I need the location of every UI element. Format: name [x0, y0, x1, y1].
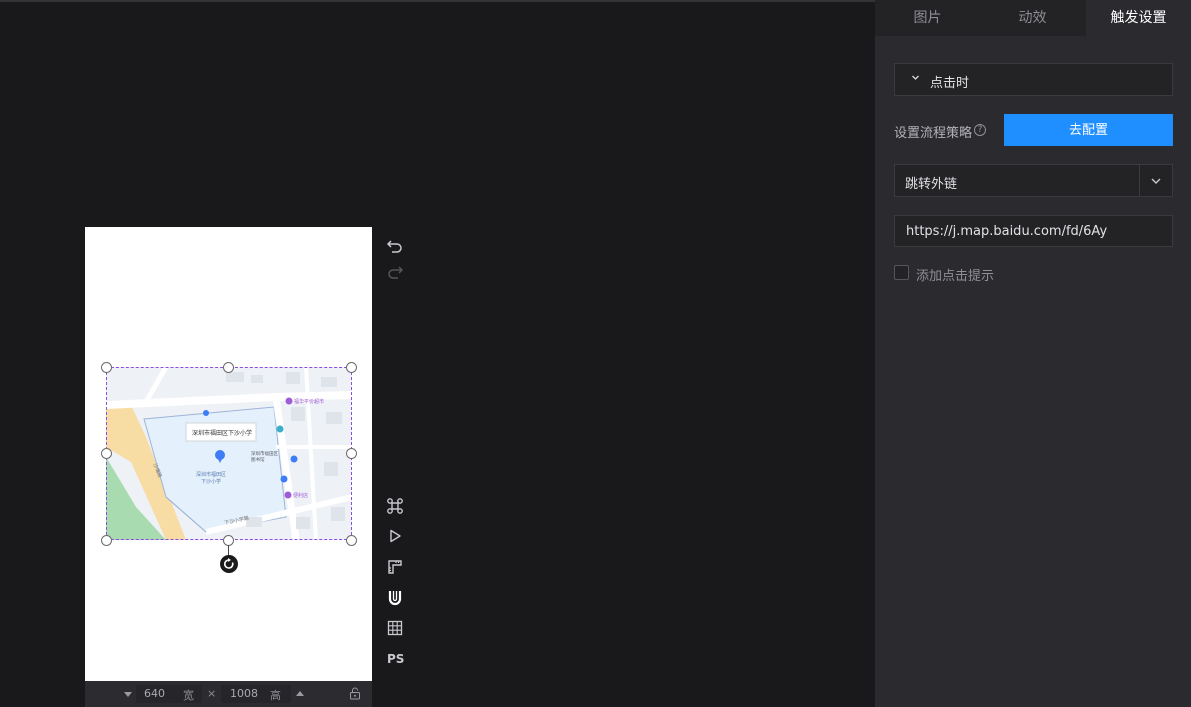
tab-trigger-settings[interactable]: 触发设置: [1086, 0, 1191, 36]
trigger-event-label: 点击时: [930, 76, 970, 91]
times-symbol: ×: [207, 687, 217, 700]
rotate-handle[interactable]: [220, 555, 238, 573]
strategy-label: 设置流程策略: [894, 126, 973, 141]
ruler-icon[interactable]: [386, 558, 404, 576]
grid-icon[interactable]: [386, 619, 404, 637]
ps-button[interactable]: PS: [387, 652, 404, 666]
command-icon[interactable]: [386, 497, 404, 515]
map-place-label: 深圳市福田区下沙小学: [192, 430, 253, 437]
canvas-size-bar: 640 宽 × 1008 高: [85, 681, 372, 707]
resize-handle-e[interactable]: [346, 448, 357, 459]
map-poi-label-3: 深圳市福田区 图书馆: [251, 452, 278, 463]
map-poi-label-2: 便利店: [293, 493, 309, 499]
resize-handle-w[interactable]: [101, 448, 112, 459]
chevron-down-icon: [912, 75, 919, 80]
rotate-connector: [228, 545, 229, 555]
map-poi-label-1: 福华平价超市: [294, 399, 325, 405]
action-select[interactable]: 跳转外链: [894, 164, 1173, 197]
height-increase-icon[interactable]: [296, 691, 304, 696]
resize-handle-sw[interactable]: [101, 535, 112, 546]
tab-animation[interactable]: 动效: [980, 0, 1085, 36]
redo-icon[interactable]: [386, 263, 404, 281]
width-unit: 宽: [183, 689, 194, 702]
width-decrease-icon[interactable]: [124, 692, 132, 697]
resize-handle-nw[interactable]: [101, 362, 112, 373]
hint-checkbox[interactable]: [894, 265, 909, 280]
properties-panel: 图片 动效 触发设置 点击时 设置流程策略 ? 去配置 跳转外链 添加点击提示: [875, 0, 1191, 707]
height-unit: 高: [270, 689, 281, 702]
magnet-icon[interactable]: [386, 589, 404, 607]
resize-handle-ne[interactable]: [346, 362, 357, 373]
map-image[interactable]: 深圳市福田区下沙小学 深圳市福田区 下沙小学 福华平价超市 便利店 深圳市福田区…: [106, 367, 352, 540]
hint-checkbox-label: 添加点击提示: [916, 269, 995, 284]
help-icon[interactable]: ?: [974, 124, 986, 136]
rotate-icon: [224, 558, 234, 569]
height-value: 1008: [230, 687, 258, 700]
action-select-value: 跳转外链: [905, 177, 958, 192]
map-school-label: 深圳市福田区 下沙小学: [196, 472, 227, 485]
select-arrow[interactable]: [1139, 165, 1172, 196]
url-input[interactable]: [894, 215, 1173, 247]
panel-tabs: 图片 动效 触发设置: [875, 0, 1191, 36]
resize-handle-n[interactable]: [223, 362, 234, 373]
lock-icon[interactable]: [349, 687, 361, 700]
undo-icon[interactable]: [386, 237, 404, 255]
chevron-down-icon: [1151, 178, 1161, 184]
trigger-event-section[interactable]: 点击时: [894, 63, 1173, 96]
width-value: 640: [144, 687, 165, 700]
play-icon[interactable]: [386, 527, 404, 545]
map-graphic: [106, 367, 352, 540]
tab-image[interactable]: 图片: [875, 0, 980, 36]
configure-button[interactable]: 去配置: [1004, 114, 1173, 146]
resize-handle-se[interactable]: [346, 535, 357, 546]
editor-app: 深圳市福田区下沙小学 深圳市福田区 下沙小学 福华平价超市 便利店 深圳市福田区…: [0, 0, 1191, 707]
